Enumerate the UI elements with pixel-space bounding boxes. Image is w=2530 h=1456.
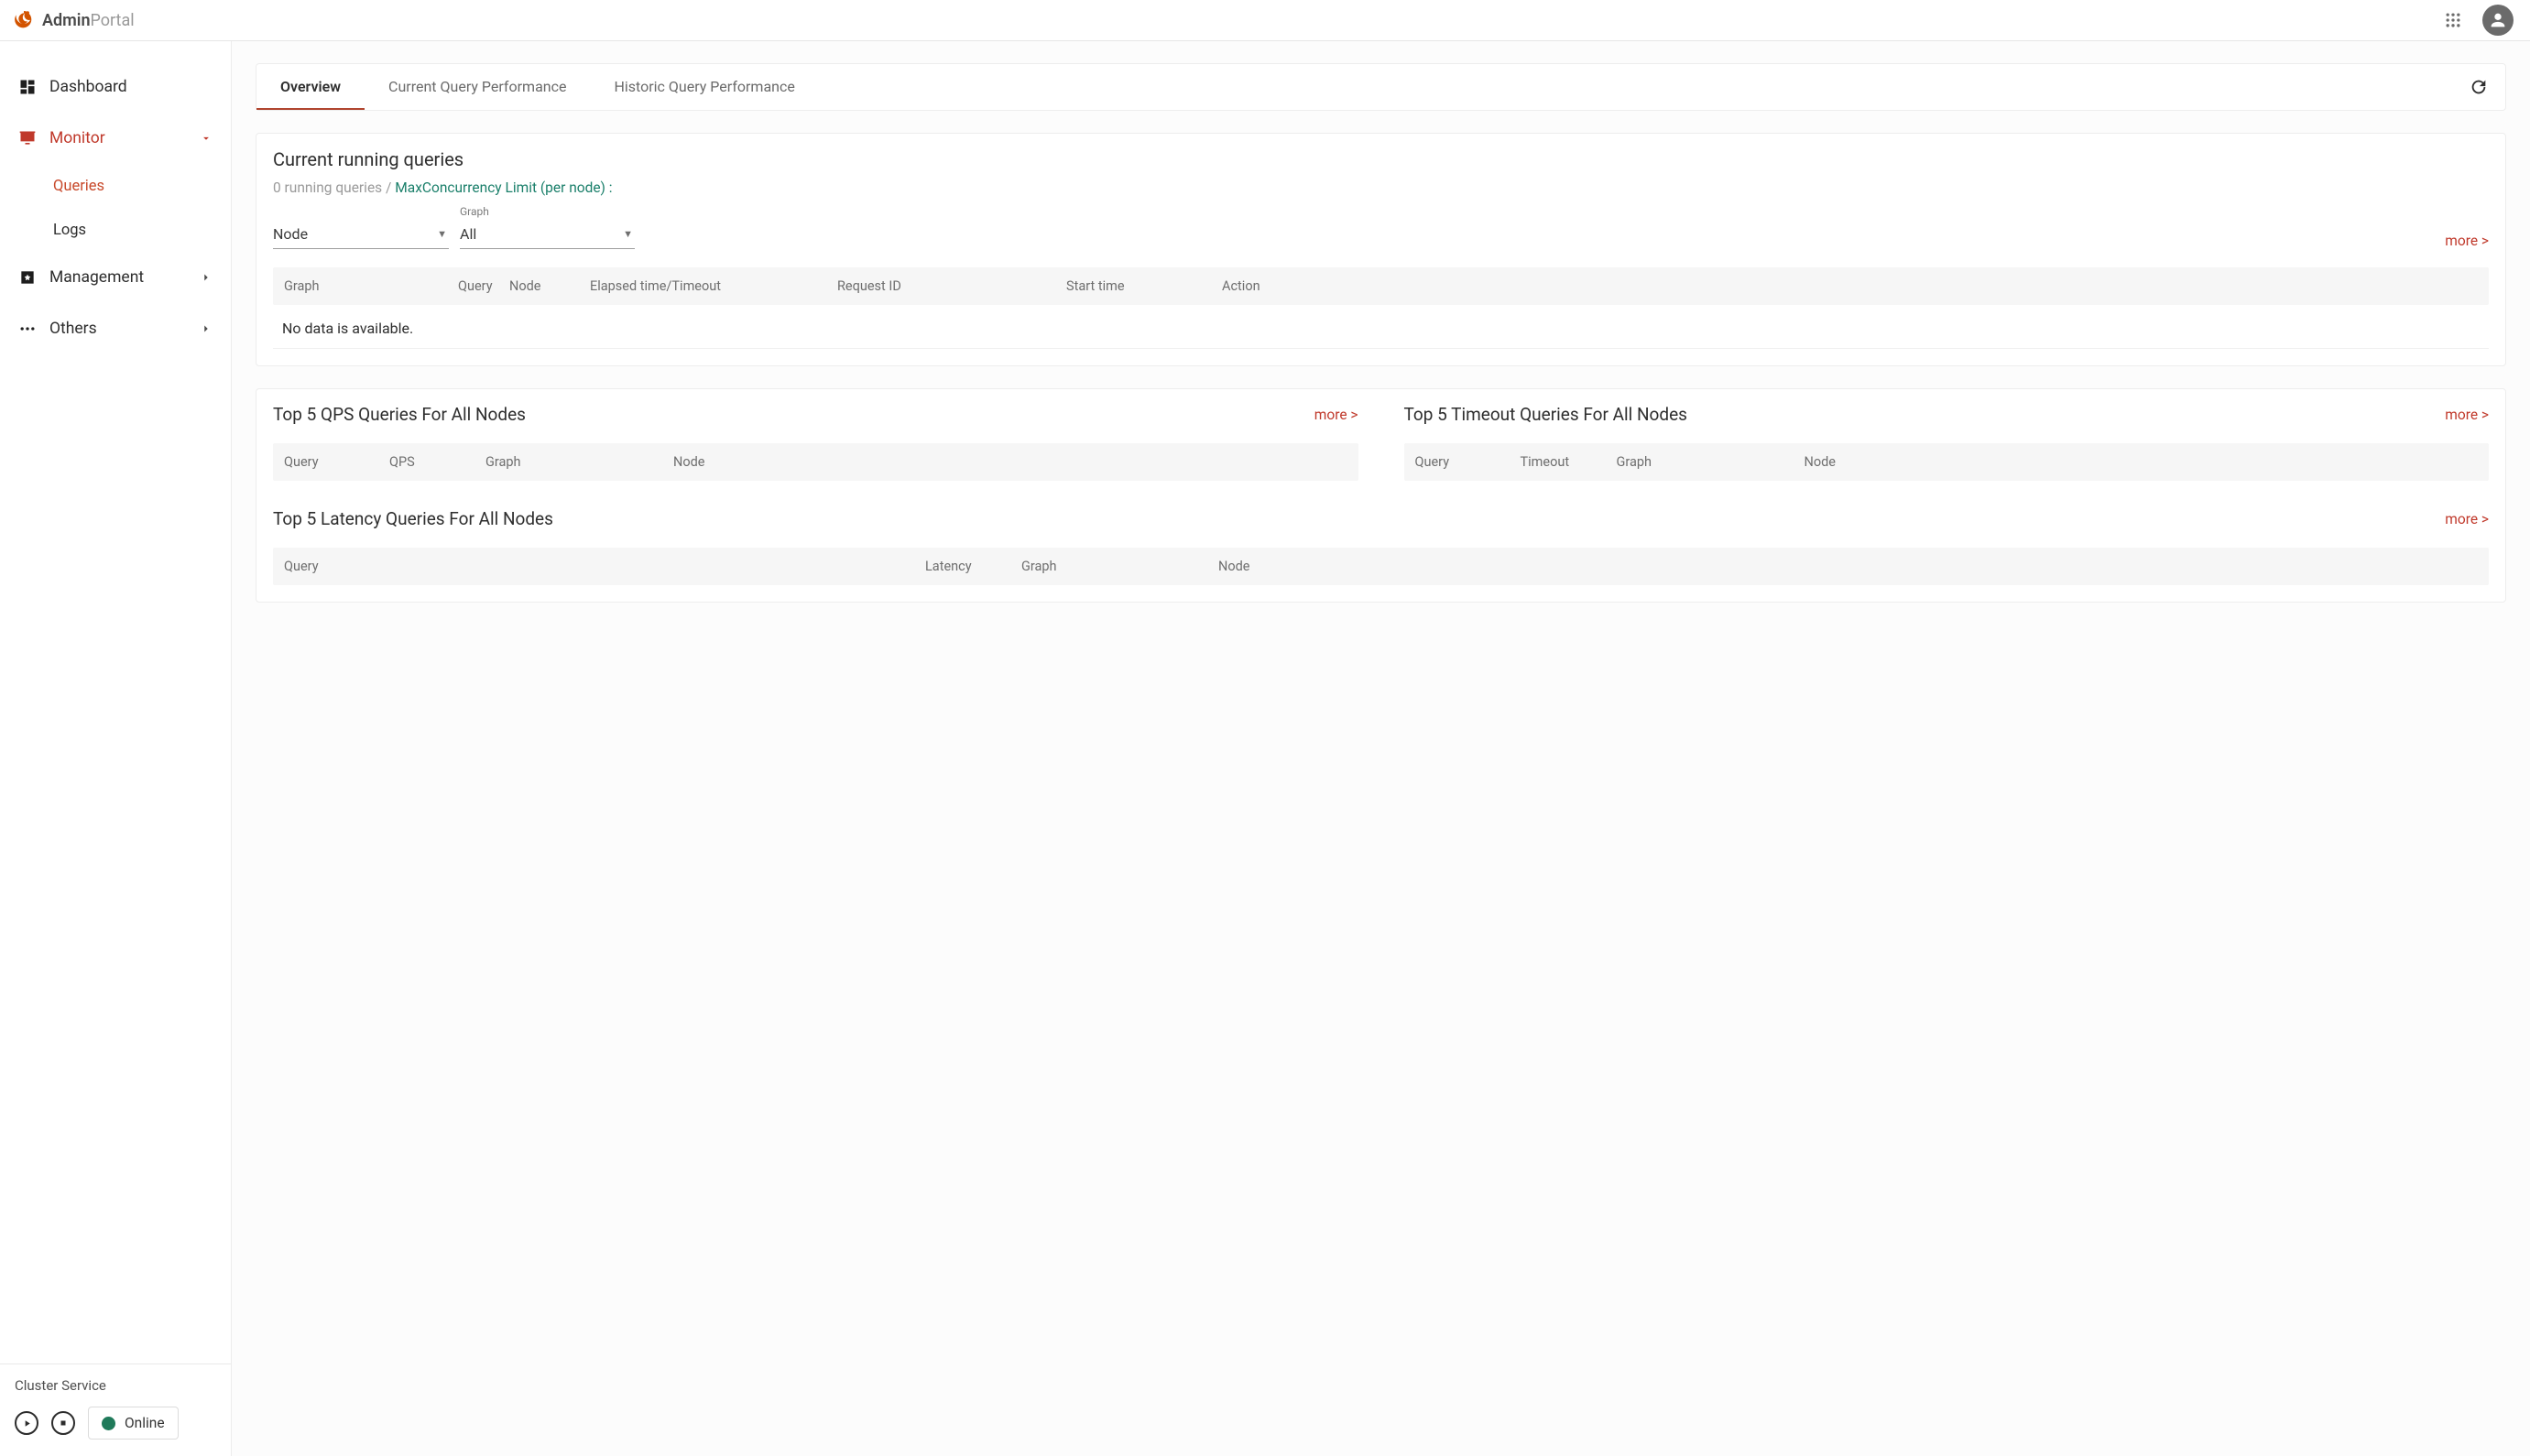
col-header: Query — [284, 559, 925, 574]
tab-label: Overview — [280, 78, 341, 95]
col-header: Node — [509, 278, 590, 294]
col-header: Graph — [485, 454, 673, 470]
monitor-icon — [18, 129, 49, 147]
management-icon — [18, 268, 49, 287]
col-header: Query — [458, 278, 509, 294]
running-subline: 0 running queries / MaxConcurrency Limit… — [273, 179, 2489, 196]
section-title: Top 5 QPS Queries For All Nodes — [273, 404, 526, 425]
col-header: Graph — [1021, 559, 1218, 574]
play-button[interactable] — [15, 1411, 38, 1435]
col-header: Start time — [1066, 278, 1222, 294]
col-header: Graph — [1617, 454, 1805, 470]
refresh-button[interactable] — [2463, 71, 2494, 103]
more-horizontal-icon — [18, 320, 49, 338]
sidebar-item-label: Others — [49, 320, 200, 338]
sidebar-item-label: Monitor — [49, 129, 200, 147]
sidebar-item-management[interactable]: Management — [0, 252, 231, 303]
chevron-down-icon — [200, 132, 213, 145]
panel-running-queries: Current running queries 0 running querie… — [256, 133, 2506, 366]
sidebar-subitem-label: Queries — [53, 178, 104, 195]
running-empty-row: No data is available. — [273, 305, 2489, 349]
max-concurrency-link[interactable]: MaxConcurrency Limit (per node) : — [395, 179, 612, 196]
col-header: Latency — [925, 559, 1021, 574]
col-header: Action — [1222, 278, 1277, 294]
col-header: Node — [1218, 559, 1273, 574]
running-more-link[interactable]: more > — [2445, 233, 2489, 249]
col-header: Query — [284, 454, 389, 470]
chevron-right-icon — [200, 322, 213, 335]
stop-button[interactable] — [51, 1411, 75, 1435]
cluster-service-block: Cluster Service Online — [0, 1364, 231, 1456]
brand-logo-icon — [13, 9, 35, 31]
panel-top5: Top 5 QPS Queries For All Nodes more > Q… — [256, 388, 2506, 603]
col-header: Elapsed time/Timeout — [590, 278, 837, 294]
sidebar-item-monitor[interactable]: Monitor — [0, 113, 231, 164]
brand-name: AdminPortal — [42, 11, 135, 30]
brand: AdminPortal — [13, 9, 135, 31]
apps-grid-icon[interactable] — [2444, 11, 2462, 29]
sidebar: Dashboard Monitor Queries Logs Managemen… — [0, 41, 232, 1456]
tab-current-query-performance[interactable]: Current Query Performance — [365, 64, 590, 110]
running-count-text: 0 running queries / — [273, 179, 395, 196]
cluster-service-title: Cluster Service — [15, 1377, 216, 1394]
node-select-wrap: Node ▼ — [273, 220, 449, 249]
status-dot-icon — [102, 1417, 115, 1430]
tab-overview[interactable]: Overview — [256, 64, 365, 110]
graph-select[interactable]: All ▼ — [460, 220, 635, 249]
sidebar-item-label: Dashboard — [49, 78, 213, 96]
tabs-card: Overview Current Query Performance Histo… — [256, 63, 2506, 111]
col-header: Graph — [284, 278, 458, 294]
section-top5-timeout: Top 5 Timeout Queries For All Nodes more… — [1404, 404, 2490, 481]
sidebar-item-others[interactable]: Others — [0, 303, 231, 354]
col-header: Request ID — [837, 278, 1066, 294]
tab-label: Current Query Performance — [388, 78, 566, 95]
caret-down-icon: ▼ — [623, 228, 633, 240]
qps-more-link[interactable]: more > — [1314, 407, 1358, 423]
filters-row: Node ▼ Graph All ▼ more > — [273, 205, 2489, 249]
sidebar-subitem-label: Logs — [53, 222, 86, 239]
caret-down-icon: ▼ — [437, 228, 447, 240]
tab-label: Historic Query Performance — [614, 78, 794, 95]
timeout-table-header: Query Timeout Graph Node — [1404, 443, 2490, 481]
section-title: Top 5 Latency Queries For All Nodes — [273, 508, 553, 529]
col-header: Node — [673, 454, 728, 470]
node-select[interactable]: Node ▼ — [273, 220, 449, 249]
topbar-right — [2444, 5, 2514, 36]
dashboard-icon — [18, 78, 49, 96]
sidebar-subitem-queries[interactable]: Queries — [0, 164, 231, 208]
main-content: Overview Current Query Performance Histo… — [232, 41, 2530, 1456]
latency-table-header: Query Latency Graph Node — [273, 548, 2489, 585]
select-value: All — [460, 225, 476, 243]
topbar: AdminPortal — [0, 0, 2530, 41]
graph-select-wrap: Graph All ▼ — [460, 205, 635, 249]
tab-historic-query-performance[interactable]: Historic Query Performance — [590, 64, 818, 110]
col-header: QPS — [389, 454, 485, 470]
chevron-right-icon — [200, 271, 213, 284]
col-header: Query — [1415, 454, 1521, 470]
section-top5-latency: Top 5 Latency Queries For All Nodes more… — [273, 508, 2489, 585]
sidebar-subitem-logs[interactable]: Logs — [0, 208, 231, 252]
running-table-header: Graph Query Node Elapsed time/Timeout Re… — [273, 267, 2489, 305]
select-value: Node — [273, 225, 308, 243]
tabs: Overview Current Query Performance Histo… — [256, 64, 819, 110]
qps-table-header: Query QPS Graph Node — [273, 443, 1358, 481]
section-top5-qps: Top 5 QPS Queries For All Nodes more > Q… — [273, 404, 1358, 481]
sidebar-item-dashboard[interactable]: Dashboard — [0, 61, 231, 113]
select-label: Graph — [460, 205, 635, 218]
cluster-status-pill[interactable]: Online — [88, 1407, 179, 1440]
panel-title: Current running queries — [273, 148, 2489, 170]
sidebar-item-label: Management — [49, 268, 200, 287]
cluster-status-label: Online — [125, 1415, 165, 1431]
timeout-more-link[interactable]: more > — [2445, 407, 2489, 423]
section-title: Top 5 Timeout Queries For All Nodes — [1404, 404, 1688, 425]
col-header: Timeout — [1521, 454, 1617, 470]
user-avatar-icon[interactable] — [2482, 5, 2514, 36]
latency-more-link[interactable]: more > — [2445, 511, 2489, 527]
col-header: Node — [1805, 454, 1859, 470]
